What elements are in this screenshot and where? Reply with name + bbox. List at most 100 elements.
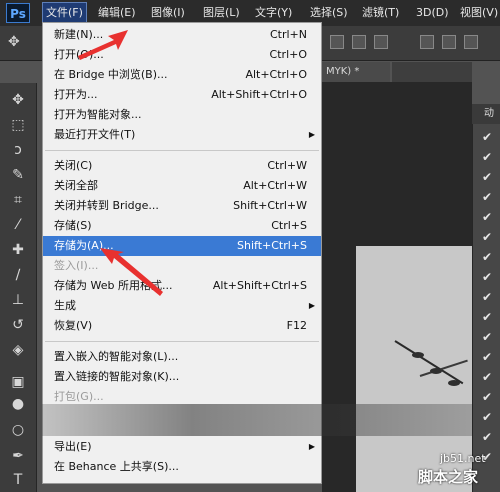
menu-item-label: 最近打开文件(T) xyxy=(54,128,136,141)
menu-item-close-to-bridge[interactable]: 关闭并转到 Bridge... Shift+Ctrl+W xyxy=(43,196,321,216)
menu-item-label: 关闭并转到 Bridge... xyxy=(54,199,159,212)
menu-item-browse-bridge[interactable]: 在 Bridge 中浏览(B)... Alt+Ctrl+O xyxy=(43,65,321,85)
distribute-icon[interactable] xyxy=(420,35,434,49)
menu-item-label: 打开(O)... xyxy=(54,48,104,61)
leaf-graphic xyxy=(448,380,460,386)
photoshop-logo: Ps xyxy=(6,3,30,23)
marquee-icon[interactable]: ⬚ xyxy=(9,116,27,134)
menu-item-shortcut: Alt+Shift+Ctrl+S xyxy=(212,279,307,292)
check-icon[interactable]: ✔ xyxy=(482,370,496,384)
type-icon[interactable]: T xyxy=(9,471,27,489)
check-icon[interactable]: ✔ xyxy=(482,330,496,344)
move-tool-icon[interactable]: ✥ xyxy=(8,34,26,52)
menu-item-place-linked[interactable]: 置入链接的智能对象(K)... xyxy=(43,367,321,387)
check-icon[interactable]: ✔ xyxy=(482,390,496,404)
menu-item-place-embedded[interactable]: 置入嵌入的智能对象(L)... xyxy=(43,347,321,367)
brush-icon[interactable]: ∕ xyxy=(9,266,27,284)
distribute-icon[interactable] xyxy=(442,35,456,49)
obscured-overlay xyxy=(42,404,472,436)
menu-item-revert[interactable]: 恢复(V) F12 xyxy=(43,316,321,336)
check-icon[interactable]: ✔ xyxy=(482,190,496,204)
menu-item-shortcut: Alt+Ctrl+W xyxy=(243,179,307,192)
quick-select-icon[interactable]: ✎ xyxy=(9,166,27,184)
check-icon[interactable]: ✔ xyxy=(482,250,496,264)
menu-item-label: 存储(S) xyxy=(54,219,92,232)
watermark-site: jb51.net xyxy=(440,452,486,465)
menu-3d[interactable]: 3D(D) xyxy=(416,0,449,26)
menu-item-shortcut: Alt+Ctrl+O xyxy=(245,68,307,81)
menu-item-open[interactable]: 打开(O)... Ctrl+O xyxy=(43,45,321,65)
lasso-icon[interactable]: ↄ xyxy=(9,141,27,159)
submenu-arrow-icon: ▶ xyxy=(308,301,315,310)
menu-item-save-for-web[interactable]: 存储为 Web 所用格式... Alt+Shift+Ctrl+S xyxy=(43,276,321,296)
menu-item-shortcut: Alt+Shift+Ctrl+O xyxy=(211,88,307,101)
check-icon[interactable]: ✔ xyxy=(482,350,496,364)
crop-icon[interactable]: ⌗ xyxy=(9,191,27,209)
dodge-icon[interactable]: ○ xyxy=(9,421,27,439)
check-icon[interactable]: ✔ xyxy=(482,290,496,304)
menu-item-new[interactable]: 新建(N)... Ctrl+N xyxy=(43,25,321,45)
menu-view[interactable]: 视图(V) xyxy=(460,0,498,26)
menu-item-shortcut: Ctrl+N xyxy=(269,28,307,41)
eraser-icon[interactable]: ◈ xyxy=(9,341,27,359)
panel-header[interactable]: 动 xyxy=(472,104,500,124)
pen-icon[interactable]: ✒ xyxy=(9,447,27,465)
check-icon[interactable]: ✔ xyxy=(482,150,496,164)
menu-filter[interactable]: 滤镜(T) xyxy=(362,0,399,26)
menu-item-recent-files[interactable]: 最近打开文件(T) ▶ xyxy=(43,125,321,145)
healing-brush-icon[interactable]: ✚ xyxy=(9,241,27,259)
check-icon[interactable]: ✔ xyxy=(482,230,496,244)
check-icon[interactable]: ✔ xyxy=(482,170,496,184)
menu-item-open-smart-object[interactable]: 打开为智能对象... xyxy=(43,105,321,125)
menu-item-label: 在 Behance 上共享(S)... xyxy=(54,460,179,473)
check-icon[interactable]: ✔ xyxy=(482,270,496,284)
menu-item-shortcut: Ctrl+S xyxy=(271,219,307,232)
clone-stamp-icon[interactable]: ⊥ xyxy=(9,291,27,309)
menu-item-label: 存储为(A)... xyxy=(54,239,114,252)
menu-item-shortcut: Ctrl+O xyxy=(269,48,307,61)
menu-item-save-as[interactable]: 存储为(A)... Shift+Ctrl+S xyxy=(43,236,321,256)
align-icon[interactable] xyxy=(352,35,366,49)
menu-item-label: 新建(N)... xyxy=(54,28,104,41)
menu-item-label: 生成 xyxy=(54,299,76,312)
menu-item-close[interactable]: 关闭(C) Ctrl+W xyxy=(43,156,321,176)
menu-separator xyxy=(45,341,319,342)
leaf-graphic xyxy=(412,352,424,358)
history-brush-icon[interactable]: ↺ xyxy=(9,316,27,334)
menu-item-open-as[interactable]: 打开为... Alt+Shift+Ctrl+O xyxy=(43,85,321,105)
menu-item-close-all[interactable]: 关闭全部 Alt+Ctrl+W xyxy=(43,176,321,196)
menu-item-shortcut: F12 xyxy=(286,319,307,332)
menu-item-label: 打开为智能对象... xyxy=(54,108,142,121)
menu-file[interactable]: 文件(F) xyxy=(42,2,87,24)
menu-item-shortcut: Ctrl+W xyxy=(267,159,307,172)
distribute-icon[interactable] xyxy=(464,35,478,49)
align-icon[interactable] xyxy=(374,35,388,49)
move-icon[interactable]: ✥ xyxy=(9,91,27,109)
menu-item-label: 导出(E) xyxy=(54,440,92,453)
menu-item-save[interactable]: 存储(S) Ctrl+S xyxy=(43,216,321,236)
menu-item-generate[interactable]: 生成 ▶ xyxy=(43,296,321,316)
menu-item-shortcut: Shift+Ctrl+W xyxy=(233,199,307,212)
check-icon[interactable]: ✔ xyxy=(482,310,496,324)
document-tab-inactive[interactable] xyxy=(392,62,472,82)
gradient-icon[interactable]: ▣ xyxy=(9,373,27,391)
menu-item-share-behance[interactable]: 在 Behance 上共享(S)... xyxy=(43,457,321,477)
check-icon[interactable]: ✔ xyxy=(482,410,496,424)
document-tab[interactable]: MYK) * xyxy=(322,62,390,82)
check-icon[interactable]: ✔ xyxy=(482,130,496,144)
submenu-arrow-icon: ▶ xyxy=(308,442,315,451)
align-icon[interactable] xyxy=(330,35,344,49)
menu-item-check-in: 签入(I)... xyxy=(43,256,321,276)
menu-item-label: 在 Bridge 中浏览(B)... xyxy=(54,68,168,81)
check-icon[interactable]: ✔ xyxy=(482,210,496,224)
menu-item-shortcut: Shift+Ctrl+S xyxy=(237,239,307,252)
eyedropper-icon[interactable]: ⁄ xyxy=(9,216,27,234)
menu-item-label: 打开为... xyxy=(54,88,98,101)
menu-item-export[interactable]: 导出(E) ▶ xyxy=(43,437,321,457)
check-icon[interactable]: ✔ xyxy=(482,430,496,444)
menu-item-label: 恢复(V) xyxy=(54,319,93,332)
menu-separator xyxy=(45,150,319,151)
menu-item-label: 签入(I)... xyxy=(54,259,99,272)
blur-icon[interactable]: ● xyxy=(9,395,27,413)
menu-item-label: 置入链接的智能对象(K)... xyxy=(54,370,180,383)
